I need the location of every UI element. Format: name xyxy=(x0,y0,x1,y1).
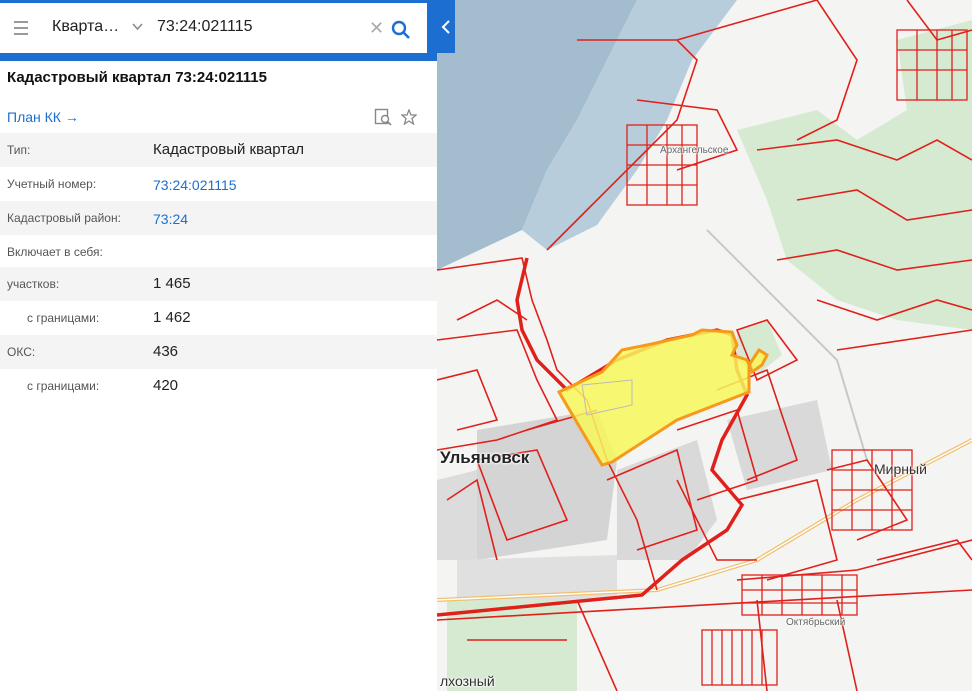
plan-link-label[interactable]: План КК xyxy=(7,109,61,125)
menu-icon[interactable] xyxy=(14,21,28,35)
row-key: Тип: xyxy=(7,143,31,157)
chevron-left-icon xyxy=(441,20,450,34)
search-input[interactable]: 73:24:021115 xyxy=(157,18,253,36)
map-view[interactable]: Ульяновск Мирный Архангельское Октябрьск… xyxy=(437,0,972,691)
info-row-number: Учетный номер: 73:24:021115 xyxy=(0,167,437,201)
row-key: участков: xyxy=(7,277,60,291)
row-value: 436 xyxy=(153,343,179,360)
search-bar: Кварта… 73:24:021115 ✕ xyxy=(0,3,427,53)
row-value-link[interactable]: 73:24 xyxy=(153,211,188,227)
row-key: с границами: xyxy=(27,311,100,325)
arrow-right-icon: → xyxy=(64,109,79,125)
label-oktyabrsky: Октябрьский xyxy=(786,617,846,628)
info-row-district: Кадастровый район: 73:24 xyxy=(0,201,437,235)
label-mirny: Мирный xyxy=(874,461,927,477)
chevron-down-icon[interactable] xyxy=(132,21,143,32)
search-type-select[interactable]: Кварта… xyxy=(52,18,119,36)
star-icon[interactable] xyxy=(401,109,417,125)
row-value: Кадастровый квартал xyxy=(153,141,305,158)
info-row-type: Тип: Кадастровый квартал xyxy=(0,133,437,167)
label-kolkhozny: лхозный xyxy=(440,673,495,689)
info-panel: Кварта… 73:24:021115 ✕ Кадастровый кварт… xyxy=(0,0,437,691)
info-row-parcels-bounded: с границами: 1 462 xyxy=(0,301,437,335)
clear-icon[interactable]: ✕ xyxy=(369,18,384,39)
row-key: Кадастровый район: xyxy=(7,211,121,225)
row-value: 1 465 xyxy=(153,275,191,292)
row-value-link[interactable]: 73:24:021115 xyxy=(153,177,237,193)
row-value: 1 462 xyxy=(153,309,191,326)
label-arkhangelskoe: Архангельское xyxy=(660,145,729,156)
info-row-parcels: участков: 1 465 xyxy=(0,267,437,301)
label-city: Ульяновск xyxy=(440,448,530,467)
row-key: ОКС: xyxy=(7,345,36,359)
info-row-oks: ОКС: 436 xyxy=(0,335,437,369)
page-title: Кадастровый квартал 73:24:021115 xyxy=(7,69,267,86)
map-canvas[interactable] xyxy=(437,0,972,691)
row-value: 420 xyxy=(153,377,179,394)
panel-collapse-button[interactable] xyxy=(437,0,455,53)
row-key: Учетный номер: xyxy=(7,177,97,191)
search-icon[interactable] xyxy=(391,20,411,40)
info-row-includes: Включает в себя: xyxy=(0,235,437,269)
row-key: Включает в себя: xyxy=(7,245,103,259)
parcel-grid-oktyabrsky xyxy=(701,574,858,686)
search-map-icon[interactable] xyxy=(374,108,392,126)
row-key: с границами: xyxy=(27,379,100,393)
info-row-oks-bounded: с границами: 420 xyxy=(0,369,437,403)
plan-link[interactable]: План КК → xyxy=(7,109,79,125)
